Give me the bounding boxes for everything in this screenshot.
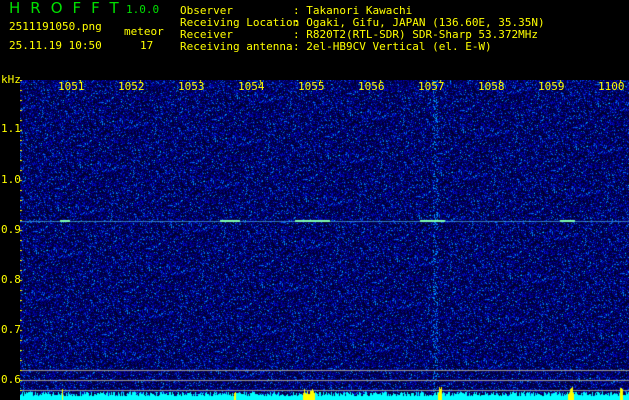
time-tick-label: 1057 (418, 80, 445, 93)
time-tick-label: 1100 (598, 80, 625, 93)
time-tick-label: 1052 (118, 80, 145, 93)
time-tick-label: 1055 (298, 80, 325, 93)
info-label: Receiving antenna (180, 40, 293, 53)
time-tick-label: 1058 (478, 80, 505, 93)
y-tick-label: 0.8 (1, 273, 21, 286)
time-tick-label: 1059 (538, 80, 565, 93)
time-tick-label: 1053 (178, 80, 205, 93)
file-datetime: 25.11.19 10:50 (9, 39, 102, 52)
app-title: HROFFT (9, 0, 129, 17)
app-version: 1.0.0 (126, 3, 160, 16)
meteor-count: 17 (140, 39, 154, 52)
y-tick-label: 0.7 (1, 323, 21, 336)
spectrogram (20, 80, 629, 400)
y-tick-label: 1.1 (1, 122, 21, 135)
time-tick-label: 1054 (238, 80, 265, 93)
y-tick-label: 1.0 (1, 173, 21, 186)
y-axis-unit: kHz (1, 73, 21, 86)
y-tick-label: 0.6 (1, 373, 21, 386)
meteor-label: meteor (124, 25, 164, 38)
time-tick-label: 1056 (358, 80, 385, 93)
y-tick-label: 0.9 (1, 223, 21, 236)
time-tick-label: 1051 (58, 80, 85, 93)
info-value: 2el-HB9CV Vertical (el. E-W) (306, 40, 492, 53)
file-name: 2511191050.png (9, 20, 102, 33)
